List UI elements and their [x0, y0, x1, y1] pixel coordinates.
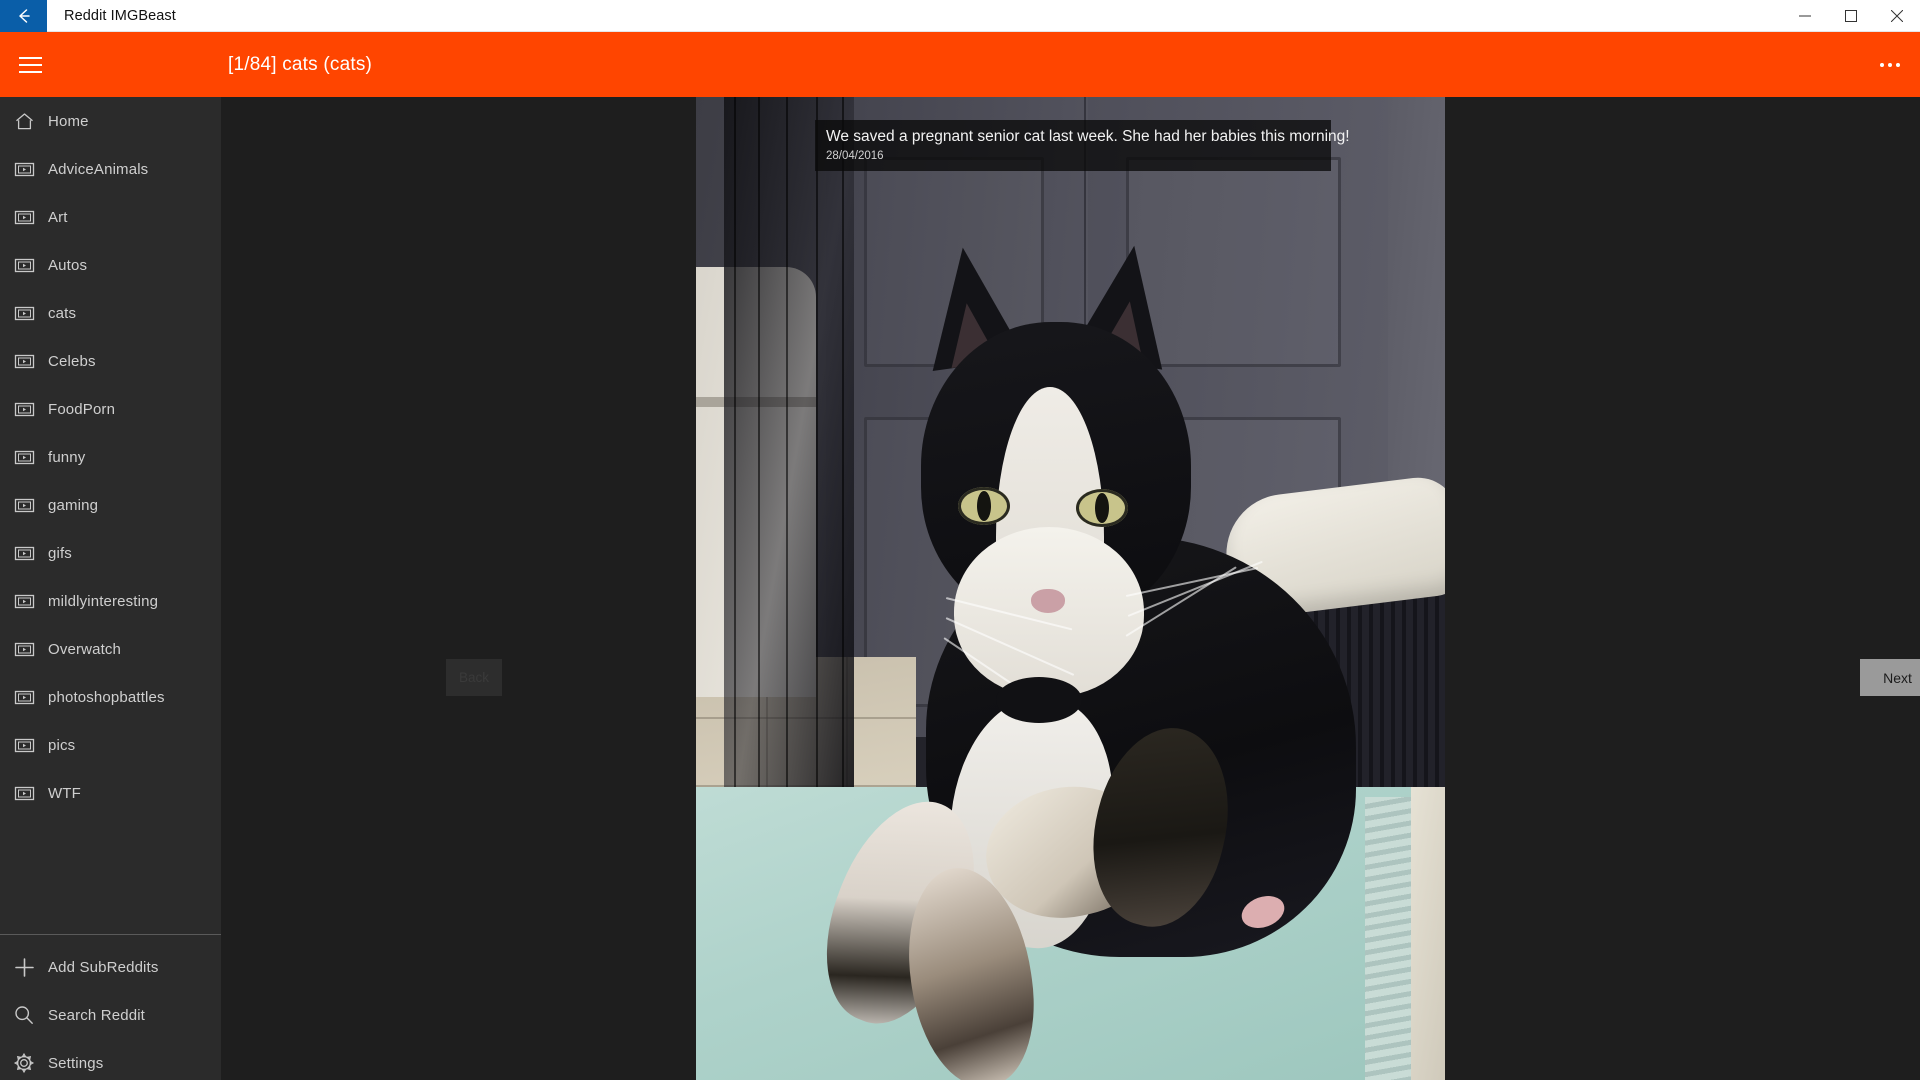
search-icon	[0, 1004, 48, 1026]
slideshow-icon	[0, 591, 48, 612]
sidebar-item-label: funny	[48, 448, 86, 466]
hamburger-menu-icon	[18, 56, 42, 59]
window-controls	[1782, 0, 1920, 31]
sidebar-item-home[interactable]: Home	[0, 97, 221, 145]
slideshow-icon	[0, 687, 48, 708]
sidebar-item-adviceanimals[interactable]: AdviceAnimals	[0, 145, 221, 193]
sidebar-item-funny[interactable]: funny	[0, 433, 221, 481]
app-title: Reddit IMGBeast	[64, 7, 176, 24]
sidebar-item-label: Autos	[48, 256, 88, 274]
sidebar-item-cats[interactable]: cats	[0, 289, 221, 337]
gear-icon	[0, 1052, 48, 1074]
sidebar-item-photoshopbattles[interactable]: photoshopbattles	[0, 673, 221, 721]
caption-title: We saved a pregnant senior cat last week…	[826, 128, 1350, 145]
sidebar-item-art[interactable]: Art	[0, 193, 221, 241]
close-icon	[1891, 10, 1903, 22]
home-icon	[0, 111, 48, 132]
sidebar-actions: Add SubReddits Search Reddit Settings	[0, 943, 221, 1080]
plus-icon	[0, 956, 48, 979]
hamburger-menu-button[interactable]	[0, 32, 60, 97]
sidebar-item-label: pics	[48, 736, 76, 754]
sidebar-item-search-reddit[interactable]: Search Reddit	[0, 991, 221, 1039]
post-image[interactable]: We saved a pregnant senior cat last week…	[696, 97, 1445, 1080]
photo-towel-edge	[1411, 787, 1445, 1080]
next-image-button[interactable]: Next	[1860, 659, 1920, 696]
previous-image-button[interactable]: Back	[446, 659, 502, 696]
more-options-button[interactable]	[1860, 32, 1920, 97]
sidebar-item-label: Overwatch	[48, 640, 122, 658]
slideshow-icon	[0, 351, 48, 372]
sidebar-item-label: AdviceAnimals	[48, 160, 149, 178]
sidebar: Home AdviceAnimals Art Autos cats Celebs…	[0, 97, 221, 1080]
photo-scene	[696, 97, 1445, 1080]
sidebar-divider	[0, 934, 221, 935]
sidebar-item-overwatch[interactable]: Overwatch	[0, 625, 221, 673]
photo-cat-nose	[1031, 589, 1065, 613]
slideshow-icon	[0, 543, 48, 564]
sidebar-item-label: cats	[48, 304, 77, 322]
slideshow-icon	[0, 495, 48, 516]
caption-date: 28/04/2016	[826, 150, 884, 163]
slideshow-icon	[0, 639, 48, 660]
slideshow-icon	[0, 735, 48, 756]
sidebar-item-label: Add SubReddits	[48, 958, 159, 976]
sidebar-item-label: mildlyinteresting	[48, 592, 159, 610]
sidebar-item-mildlyinteresting[interactable]: mildlyinteresting	[0, 577, 221, 625]
sidebar-item-label: gifs	[48, 544, 72, 562]
sidebar-item-label: Celebs	[48, 352, 96, 370]
slideshow-icon	[0, 159, 48, 180]
sidebar-item-label: Home	[48, 112, 89, 130]
sidebar-item-wtf[interactable]: WTF	[0, 769, 221, 817]
sidebar-item-label: photoshopbattles	[48, 688, 165, 706]
maximize-button[interactable]	[1828, 0, 1874, 32]
sidebar-item-gifs[interactable]: gifs	[0, 529, 221, 577]
image-caption: We saved a pregnant senior cat last week…	[815, 120, 1350, 172]
title-bar: Reddit IMGBeast	[0, 0, 1920, 32]
more-options-icon	[1888, 62, 1892, 67]
slideshow-icon	[0, 399, 48, 420]
sidebar-item-label: Art	[48, 208, 68, 226]
slideshow-icon	[0, 255, 48, 276]
hamburger-menu-icon	[18, 63, 42, 66]
more-options-icon	[1896, 62, 1900, 67]
sidebar-item-celebs[interactable]: Celebs	[0, 337, 221, 385]
sidebar-item-autos[interactable]: Autos	[0, 241, 221, 289]
sidebar-item-label: WTF	[48, 784, 81, 802]
photo-cat-pupil-left	[977, 491, 991, 521]
close-button[interactable]	[1874, 0, 1920, 32]
command-bar: [1/84] cats (cats)	[0, 32, 1920, 97]
sidebar-item-foodporn[interactable]: FoodPorn	[0, 385, 221, 433]
slideshow-icon	[0, 207, 48, 228]
more-options-icon	[1880, 62, 1884, 67]
photo-cat-pupil-right	[1095, 493, 1109, 523]
slideshow-icon	[0, 303, 48, 324]
sidebar-item-label: Search Reddit	[48, 1006, 146, 1024]
window-back-button[interactable]	[0, 0, 47, 32]
slideshow-icon	[0, 783, 48, 804]
page-title: [1/84] cats (cats)	[228, 53, 373, 75]
slideshow-icon	[0, 447, 48, 468]
sidebar-item-label: FoodPorn	[48, 400, 116, 418]
maximize-icon	[1845, 10, 1857, 22]
photo-cat-chin-marking	[996, 677, 1082, 723]
sidebar-item-pics[interactable]: pics	[0, 721, 221, 769]
sidebar-item-settings[interactable]: Settings	[0, 1039, 221, 1080]
minimize-icon	[1799, 10, 1811, 22]
sidebar-item-gaming[interactable]: gaming	[0, 481, 221, 529]
sidebar-item-label: gaming	[48, 496, 99, 514]
sidebar-item-add-subreddits[interactable]: Add SubReddits	[0, 943, 221, 991]
image-viewer-area: We saved a pregnant senior cat last week…	[221, 97, 1920, 1080]
minimize-button[interactable]	[1782, 0, 1828, 32]
hamburger-menu-icon	[18, 70, 42, 73]
sidebar-item-label: Settings	[48, 1054, 104, 1072]
subreddit-nav-list: Home AdviceAnimals Art Autos cats Celebs…	[0, 97, 221, 817]
photo-shower-curtain	[724, 97, 854, 887]
back-arrow-icon	[14, 6, 34, 26]
